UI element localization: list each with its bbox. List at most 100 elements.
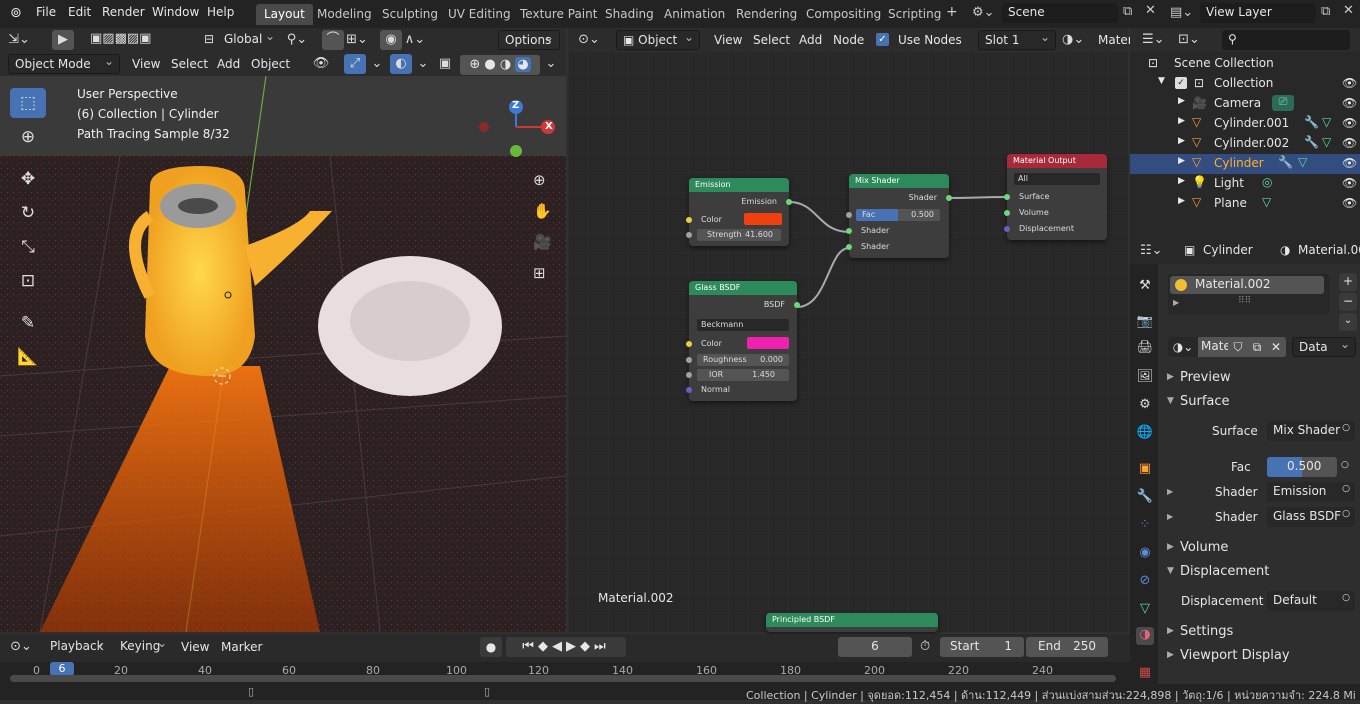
expand-icon[interactable]: ▶ bbox=[1178, 156, 1185, 166]
shader2-expand-icon[interactable]: ▶ bbox=[1167, 512, 1173, 521]
slot-specials-button[interactable]: ⌄ bbox=[1339, 313, 1357, 331]
scene-icon[interactable]: ⚙⌄ bbox=[972, 5, 995, 20]
fake-user-icon[interactable]: ⛉ bbox=[1228, 337, 1248, 357]
select-box-tool-icon[interactable]: ⬚ bbox=[10, 88, 46, 118]
add-slot-button[interactable]: + bbox=[1339, 273, 1357, 291]
expand-icon[interactable]: ▶ bbox=[1178, 196, 1185, 206]
remove-slot-button[interactable]: − bbox=[1339, 293, 1357, 311]
fac-socket-icon[interactable]: ○ bbox=[1341, 460, 1349, 470]
link-dropdown[interactable]: Data bbox=[1292, 337, 1356, 357]
visibility-eye-icon[interactable]: 👁 bbox=[1342, 156, 1357, 170]
gizmo-dropdown-icon[interactable]: ⌄ bbox=[366, 54, 388, 74]
material-icon[interactable]: ◑⌄ bbox=[1062, 30, 1084, 50]
outliner-item-light[interactable]: ▶ 💡 Light ◎ 👁 bbox=[1130, 174, 1360, 194]
material-slot-list[interactable]: Material.002 ⠿⠿ bbox=[1168, 274, 1330, 314]
mix-output-socket[interactable] bbox=[946, 195, 952, 201]
timeline[interactable]: ⊙⌄ Playback Keying View Marker ● ⏮◆◀▶◆⏭ … bbox=[0, 634, 1130, 684]
expand-icon[interactable]: ▶ bbox=[1178, 136, 1185, 146]
tab-texture-paint[interactable]: Texture Paint bbox=[512, 4, 605, 25]
keying-menu[interactable]: Keying bbox=[114, 636, 172, 657]
emission-node[interactable]: Emission Emission Color Strength 41.600 bbox=[686, 178, 792, 246]
tab-animation[interactable]: Animation bbox=[656, 4, 733, 25]
overlay-dropdown-icon[interactable]: ⌄ bbox=[412, 54, 434, 74]
expand-icon[interactable]: ▼ bbox=[1158, 76, 1165, 86]
texture-tab-icon[interactable]: ▦ bbox=[1136, 665, 1154, 683]
render-tab-icon[interactable]: 📷 bbox=[1136, 314, 1154, 332]
tool-tab-icon[interactable]: ⚒ bbox=[1136, 278, 1154, 296]
tab-scripting[interactable]: Scripting bbox=[880, 4, 949, 25]
new-view-layer-icon[interactable]: ⧉ bbox=[1321, 4, 1330, 19]
scene-field[interactable]: Scene bbox=[1002, 3, 1118, 23]
annotate-tool-icon[interactable]: ✎ bbox=[10, 308, 46, 338]
new-scene-icon[interactable]: ⧉ bbox=[1123, 4, 1132, 19]
panel-settings[interactable]: Settings bbox=[1180, 624, 1233, 639]
outliner-item-camera[interactable]: ▶ 🎥 Camera ⎚ 👁 bbox=[1130, 94, 1360, 114]
glass-bsdf-node[interactable]: Glass BSDF BSDF Beckmann Color Roughness… bbox=[686, 281, 800, 401]
vp-menu-select[interactable]: Select bbox=[171, 57, 208, 71]
physics-tab-icon[interactable]: ◉ bbox=[1136, 545, 1154, 563]
gizmo-icon[interactable]: ⤢ bbox=[344, 54, 366, 74]
viewport-display-expand-icon[interactable]: ▶ bbox=[1167, 650, 1174, 660]
outliner-item-collection[interactable]: ▼ ✓ ⊡ Collection 👁 bbox=[1130, 74, 1360, 94]
object-tab-icon[interactable]: ▣ bbox=[1136, 461, 1154, 479]
browse-material-icon[interactable]: ◑⌄ bbox=[1168, 337, 1198, 357]
preview-expand-icon[interactable]: ▶ bbox=[1167, 372, 1174, 382]
mesh-data-icon[interactable]: ▽ bbox=[1262, 195, 1271, 209]
transform-pivot-icon[interactable]: ⇲⌄ bbox=[8, 30, 30, 50]
visibility-eye-icon[interactable]: 👁 bbox=[1342, 76, 1357, 90]
playhead[interactable]: 6 bbox=[50, 662, 74, 676]
close-scene-icon[interactable]: ✕ bbox=[1145, 3, 1156, 18]
mix-in2-socket[interactable] bbox=[846, 244, 852, 250]
tab-sculpting[interactable]: Sculpting bbox=[374, 4, 446, 25]
outliner-item-cylinder-001[interactable]: ▶ ▽ Cylinder.001 🔧 ▽ 👁 bbox=[1130, 114, 1360, 134]
snap-icon[interactable]: ⌒ bbox=[322, 30, 344, 50]
display-mode-icon[interactable]: ⊡⌄ bbox=[1178, 30, 1200, 50]
data-tab-icon[interactable]: ▽ bbox=[1136, 601, 1154, 619]
tab-shading[interactable]: Shading bbox=[597, 4, 662, 25]
shader-type-dropdown[interactable]: ▣ Object bbox=[616, 30, 700, 50]
panel-displacement[interactable]: Displacement bbox=[1180, 564, 1269, 579]
shading-mode-icons[interactable]: ⊕ ● ◑ ◕ bbox=[460, 55, 540, 75]
surface-collapse-icon[interactable]: ▼ bbox=[1167, 396, 1174, 406]
mode-dropdown[interactable]: Object Mode bbox=[8, 54, 120, 74]
orientation-dropdown[interactable]: Global bbox=[218, 29, 280, 50]
glass-output-socket[interactable] bbox=[794, 302, 800, 308]
3d-viewport[interactable]: ⬚ ⊕ ✥ ↻ ⤡ ⊡ ✎ 📐 User Perspective (6) Col… bbox=[0, 76, 566, 632]
modifier-wrench-icon[interactable]: 🔧 bbox=[1278, 155, 1293, 169]
modifier-tab-icon[interactable]: 🔧 bbox=[1136, 489, 1154, 507]
modifier-wrench-icon[interactable]: 🔧 bbox=[1304, 135, 1319, 149]
include-checkbox[interactable]: ✓ bbox=[1175, 77, 1187, 89]
emission-color-swatch[interactable] bbox=[744, 213, 782, 225]
outliner-scene-collection[interactable]: ⊡ Scene Collection bbox=[1130, 54, 1360, 74]
modifier-wrench-icon[interactable]: 🔧 bbox=[1304, 115, 1319, 129]
emission-strength-field[interactable]: Strength 41.600 bbox=[697, 229, 781, 241]
emission-output-socket[interactable] bbox=[786, 199, 792, 205]
glass-color-swatch[interactable] bbox=[747, 337, 789, 349]
material-tab-icon[interactable]: ◑ bbox=[1136, 627, 1154, 645]
normal-socket[interactable] bbox=[686, 387, 692, 393]
timeline-scrollbar[interactable] bbox=[10, 675, 1116, 682]
displacement-socket[interactable] bbox=[1004, 226, 1010, 232]
displacement-collapse-icon[interactable]: ▼ bbox=[1167, 566, 1174, 576]
move-tool-icon[interactable]: ✥ bbox=[10, 164, 46, 194]
node-editor[interactable]: ⊙⌄ ▣ Object View Select Add Node ✓ Use N… bbox=[568, 28, 1133, 632]
select-tool-icon[interactable]: ▶ bbox=[52, 30, 74, 50]
end-frame-field[interactable]: End 250 bbox=[1026, 637, 1108, 657]
rotate-tool-icon[interactable]: ↻ bbox=[10, 198, 46, 228]
menu-edit[interactable]: Edit bbox=[68, 5, 91, 19]
ior-socket[interactable] bbox=[686, 372, 692, 378]
fac-slider[interactable]: 0.500 bbox=[1267, 457, 1337, 477]
principled-bsdf-node[interactable]: Principled BSDF bbox=[766, 613, 938, 632]
ortho-grid-icon[interactable]: ⊞ bbox=[533, 264, 546, 282]
outliner-type-icon[interactable]: ☰⌄ bbox=[1142, 30, 1165, 50]
view-layer-tab-icon[interactable]: 🖼 bbox=[1136, 369, 1154, 387]
outliner-item-cylinder[interactable]: ▶ ▽ Cylinder 🔧 ▽ 👁 bbox=[1130, 154, 1360, 174]
ne-menu-node[interactable]: Node bbox=[833, 33, 864, 47]
ne-menu-view[interactable]: View bbox=[714, 33, 742, 47]
outliner-item-plane[interactable]: ▶ ▽ Plane ▽ 👁 bbox=[1130, 194, 1360, 214]
menu-file[interactable]: File bbox=[36, 5, 56, 19]
stopwatch-icon[interactable]: ⏱ bbox=[920, 639, 930, 654]
volume-expand-icon[interactable]: ▶ bbox=[1167, 542, 1174, 552]
mix-fac-field[interactable]: Fac 0.500 bbox=[856, 209, 940, 221]
shading-dropdown-icon[interactable]: ⌄ bbox=[540, 54, 562, 74]
